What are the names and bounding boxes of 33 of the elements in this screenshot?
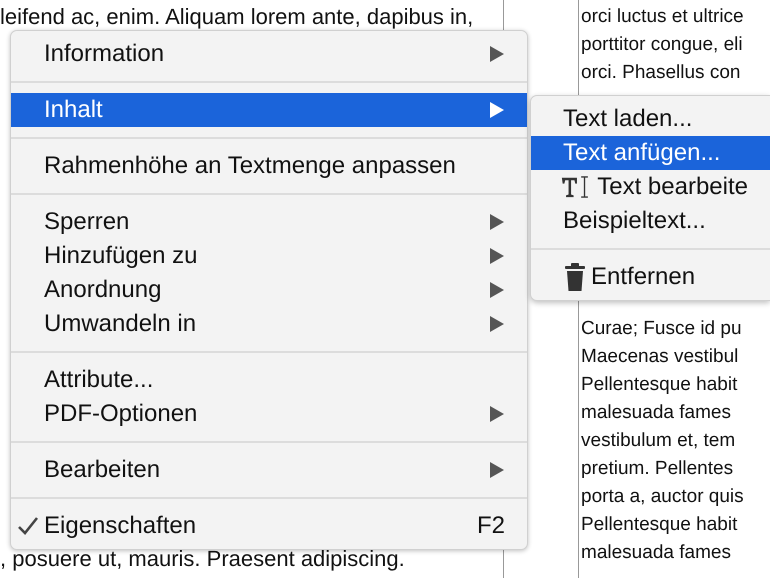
menu-item[interactable]: Information xyxy=(11,37,527,71)
menu-item[interactable]: Anordnung xyxy=(11,273,527,307)
menu-item[interactable]: Attribute... xyxy=(11,363,527,397)
body-text-line: pretium. Pellentes xyxy=(581,457,734,481)
body-text-line: orci luctus et ultrice xyxy=(581,5,744,29)
menu-item[interactable]: Umwandeln in xyxy=(11,307,527,341)
menu-item[interactable]: Text anfügen... xyxy=(531,136,770,170)
menu-item[interactable]: Hinzufügen zu xyxy=(11,239,527,273)
body-text-line: Pellentesque habit xyxy=(581,513,738,537)
menu-item[interactable]: Bearbeiten xyxy=(11,453,527,487)
menu-item[interactable]: Rahmenhöhe an Textmenge anpassen xyxy=(11,149,527,183)
body-text-line: Pellentesque habit xyxy=(581,373,738,397)
menu-item[interactable]: Entfernen xyxy=(531,260,770,294)
trash-icon xyxy=(563,263,587,291)
menu-item[interactable]: Text bearbeite xyxy=(531,170,770,204)
menu-item[interactable]: PDF-Optionen xyxy=(11,397,527,431)
body-text-line: porta a, auctor quis xyxy=(581,485,744,509)
menu-item[interactable]: Inhalt xyxy=(11,93,527,127)
body-text-line: orci. Phasellus con xyxy=(581,61,740,85)
checkmark-icon xyxy=(17,516,39,536)
body-text-line: malesuada fames xyxy=(581,401,731,425)
body-text-line: leifend ac, enim. Aliquam lorem ante, dapibus in, xyxy=(0,3,474,31)
shortcut-text: F2 xyxy=(476,511,505,541)
body-text-line: Curae; Fusce id pu xyxy=(581,317,742,341)
menu-item[interactable]: Beispieltext... xyxy=(531,204,770,238)
body-text-line: Maecenas vestibul xyxy=(581,345,738,369)
body-text-line: malesuada fames xyxy=(581,541,731,565)
menu-item[interactable]: Text laden... xyxy=(531,102,770,136)
body-text-line: porttitor congue, eli xyxy=(581,33,743,57)
menu-item[interactable]: Sperren xyxy=(11,205,527,239)
menu-item[interactable]: Eigenschaften F2 xyxy=(11,509,527,543)
body-text-line: vestibulum et, tem xyxy=(581,429,736,453)
body-text-line: , posuere ut, mauris. Praesent adipiscing. xyxy=(0,545,405,573)
